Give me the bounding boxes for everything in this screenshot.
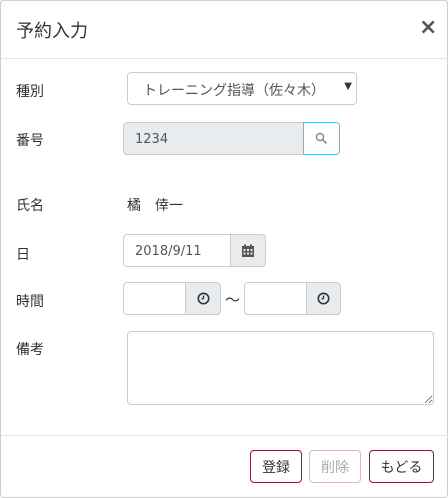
date-picker-button[interactable]: [230, 234, 266, 267]
type-select[interactable]: トレーニング指導（佐々木） ▼: [127, 72, 357, 105]
dialog-title: 予約入力: [16, 21, 88, 42]
date-label: 日: [16, 247, 30, 263]
header-divider: [1, 58, 448, 59]
time-label: 時間: [16, 294, 44, 310]
reservation-dialog: 予約入力 × 種別 トレーニング指導（佐々木） ▼ 番号 1234 氏名 橘 倖…: [0, 0, 448, 498]
remarks-label: 備考: [16, 342, 44, 358]
close-button[interactable]: ×: [419, 16, 437, 40]
search-icon: [315, 132, 328, 145]
number-label: 番号: [16, 133, 44, 149]
time-separator: ～: [225, 291, 241, 309]
type-label: 種別: [16, 84, 44, 100]
time-end-input[interactable]: [244, 282, 307, 315]
time-end-picker-button[interactable]: [306, 282, 341, 315]
time-start-picker-button[interactable]: [185, 282, 221, 315]
footer-divider: [1, 435, 448, 436]
name-value: 橘 倖一: [127, 198, 183, 214]
back-button[interactable]: もどる: [369, 450, 434, 483]
type-select-value: トレーニング指導（佐々木）: [143, 83, 325, 99]
calendar-icon: [242, 244, 254, 257]
number-field: 1234: [123, 122, 304, 155]
clock-icon: [197, 292, 209, 305]
remarks-textarea[interactable]: [127, 331, 434, 405]
search-button[interactable]: [303, 122, 340, 155]
delete-button[interactable]: 削除: [309, 450, 361, 483]
date-input[interactable]: 2018/9/11: [123, 234, 231, 267]
time-start-input[interactable]: [123, 282, 186, 315]
register-button[interactable]: 登録: [250, 450, 302, 483]
clock-icon: [317, 292, 330, 305]
name-label: 氏名: [16, 198, 44, 214]
caret-down-icon: ▼: [344, 81, 352, 92]
